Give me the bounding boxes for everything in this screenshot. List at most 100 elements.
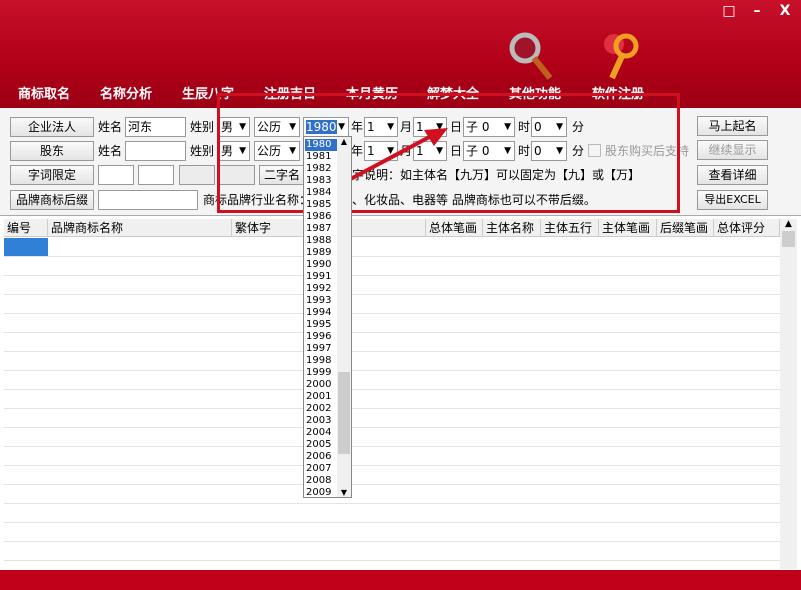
year-option[interactable]: 2000 [305,379,337,391]
year-option[interactable]: 1993 [305,295,337,307]
year-option[interactable]: 1998 [305,355,337,367]
results-table-body[interactable] [4,238,780,570]
year-value: 1980 [306,120,337,134]
scroll-thumb[interactable] [782,231,795,247]
menu-item-name-analysis[interactable]: 名称分析 [100,83,152,102]
menu-item-register-date[interactable]: 注册吉日 [264,83,316,102]
year-option[interactable]: 1997 [305,343,337,355]
suffix-note: 、化妆品、电器等 品牌商标也可以不带后缀。 [352,193,596,207]
name-label: 姓名 [98,120,123,134]
day-select[interactable]: 1 ▼ [413,117,447,137]
brand-suffix-button[interactable]: 品牌商标后缀 [10,190,94,210]
column-header[interactable]: 主体五行 [541,219,599,237]
year-option[interactable]: 1983 [305,175,337,187]
year-option[interactable]: 1986 [305,211,337,223]
gender-select[interactable]: 男 ▼ [218,117,250,137]
results-table-header: 编号 品牌商标名称 繁体字 总体笔画 主体名称 主体五行 主体笔画 后缀笔画 总… [4,219,780,237]
minimize-button[interactable]: – [746,2,768,20]
generate-button[interactable]: 马上起名 [697,116,768,136]
hour-value: 子 0 [466,144,490,158]
chevron-down-icon: ▼ [338,122,345,132]
word-limit-button[interactable]: 字词限定 [10,165,94,185]
year-option[interactable]: 2004 [305,427,337,439]
char-input-1[interactable] [98,165,134,185]
year-option[interactable]: 1989 [305,247,337,259]
close-button[interactable]: X [774,2,796,20]
day-select[interactable]: 1 ▼ [413,141,447,161]
status-bar [0,570,801,590]
column-header[interactable]: 总体笔画 [426,219,483,237]
menu-item-bazi[interactable]: 生辰八字 [182,83,234,102]
continue-button[interactable]: 继续显示 [697,140,768,160]
chevron-up-icon: ▲ [785,219,792,229]
shareholder-button[interactable]: 股东 [10,141,94,161]
calendar-select[interactable]: 公历 ▼ [254,117,300,137]
column-header[interactable]: 后缀笔画 [657,219,714,237]
year-option[interactable]: 1999 [305,367,337,379]
export-excel-button[interactable]: 导出EXCEL [697,190,768,210]
menu-item-almanac[interactable]: 本月黄历 [346,83,398,102]
year-option[interactable]: 2005 [305,439,337,451]
two-char-name-button[interactable]: 二字名 [259,165,305,185]
year-option[interactable]: 1982 [305,163,337,175]
magnifier-icon[interactable] [505,30,555,82]
scroll-thumb[interactable] [338,372,350,454]
char-input-2[interactable] [138,165,174,185]
year-option[interactable]: 2003 [305,415,337,427]
column-header[interactable]: 主体笔画 [599,219,657,237]
char-input-3[interactable] [179,165,215,185]
month-label: 月 [400,144,413,158]
gender-select[interactable]: 男 ▼ [218,141,250,161]
column-header[interactable]: 品牌商标名称 [48,219,232,237]
minute-select[interactable]: 0 ▼ [531,117,567,137]
year-option[interactable]: 1984 [305,187,337,199]
year-option[interactable]: 2006 [305,451,337,463]
year-option[interactable]: 1992 [305,283,337,295]
year-option[interactable]: 2007 [305,463,337,475]
year-option[interactable]: 1995 [305,319,337,331]
char-input-4[interactable] [219,165,255,185]
year-option[interactable]: 2009 [305,487,337,499]
year-option[interactable]: 1991 [305,271,337,283]
year-option[interactable]: 2001 [305,391,337,403]
month-select[interactable]: 1 ▼ [364,141,398,161]
name-label: 姓名 [98,144,123,158]
dropdown-scrollbar[interactable]: ▲ ▼ [337,137,351,497]
year-option[interactable]: 2002 [305,403,337,415]
year-option[interactable]: 1987 [305,223,337,235]
column-header[interactable]: 编号 [4,219,48,237]
year-dropdown-list[interactable]: 1980 1981 1982 1983 1984 1985 1986 1987 1988 1989… [303,136,352,498]
hour-select[interactable]: 子 0 ▼ [463,117,515,137]
menu-item-brand-naming[interactable]: 商标取名 [18,83,70,102]
year-option[interactable]: 1985 [305,199,337,211]
column-header[interactable]: 主体名称 [483,219,541,237]
minute-select[interactable]: 0 ▼ [531,141,567,161]
suffix-input[interactable] [98,190,198,210]
year-option[interactable]: 1994 [305,307,337,319]
legal-person-button[interactable]: 企业法人 [10,117,94,137]
year-option[interactable]: 1996 [305,331,337,343]
shareholder-checkbox[interactable] [588,144,601,157]
year-option[interactable]: 1981 [305,151,337,163]
day-label: 日 [450,144,463,158]
year-select[interactable]: 1980 ▼ [303,117,349,137]
year-option[interactable]: 1988 [305,235,337,247]
name-input[interactable]: 河东 [125,117,186,137]
chevron-down-icon: ▼ [436,146,443,156]
year-option[interactable]: 2008 [305,475,337,487]
shareholder-name-input[interactable] [125,141,186,161]
menu-item-dreams[interactable]: 解梦大全 [427,83,479,102]
month-select[interactable]: 1 ▼ [364,117,398,137]
year-option[interactable]: 1990 [305,259,337,271]
calendar-select[interactable]: 公历 ▼ [254,141,300,161]
table-scrollbar[interactable]: ▲ [780,219,797,569]
menu-icon[interactable]: □ [718,2,740,20]
hour-select[interactable]: 子 0 ▼ [463,141,515,161]
menu-item-register[interactable]: 软件注册 [592,83,644,102]
column-header[interactable]: 总体评分 [714,219,780,237]
gender-value: 男 [221,120,234,134]
keys-icon[interactable] [598,30,644,82]
menu-item-other[interactable]: 其他功能 [509,83,561,102]
year-option[interactable]: 1980 [305,139,337,151]
details-button[interactable]: 查看详细 [697,165,768,185]
